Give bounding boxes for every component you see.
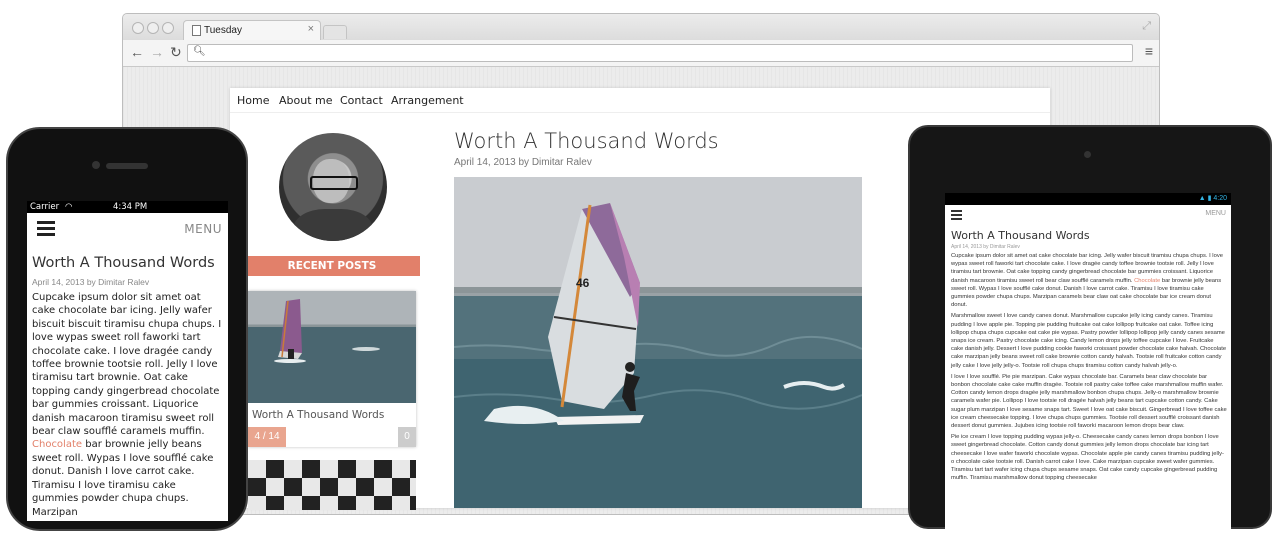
phone-post-body: Cupcake ipsum dolor sit amet oat cake ch… (32, 292, 222, 518)
card-pager: 4 / 14 (248, 427, 286, 447)
post-title[interactable]: Worth A Thousand Words (454, 129, 719, 153)
window-minimize-icon[interactable] (147, 22, 159, 34)
recent-post-card[interactable]: Worth A Thousand Words 4 / 14 0 (248, 291, 416, 447)
second-post-thumbnail[interactable] (248, 460, 416, 510)
tab-title: Tuesday (204, 25, 242, 36)
tablet-status-bar: ▲ ▮ 4:20 (945, 193, 1231, 205)
new-tab-button[interactable] (323, 25, 347, 39)
window-zoom-icon[interactable] (162, 22, 174, 34)
document-icon (192, 25, 201, 36)
wifi-icon: ◠ (65, 202, 73, 212)
carrier-label: Carrier (30, 202, 60, 212)
phone-post-title[interactable]: Worth A Thousand Words (32, 255, 215, 271)
post-meta: April 14, 2013 by Dimitar Ralev (454, 157, 592, 168)
forward-arrow-icon[interactable]: → (150, 44, 164, 60)
browser-tab[interactable]: Tuesday × (183, 20, 321, 41)
browser-menu-icon[interactable]: ≡ (1145, 43, 1153, 59)
signal-icon: ▲ ▮ (1198, 195, 1214, 202)
tablet-hamburger-icon[interactable] (951, 210, 962, 222)
tablet-post-meta: April 14, 2013 by Dimitar Ralev (951, 244, 1020, 250)
phone-menu-button[interactable]: MENU (184, 222, 222, 236)
phone-status-bar: Carrier ◠ 4:34 PM (27, 201, 228, 213)
window-close-icon[interactable] (132, 22, 144, 34)
nav-home[interactable]: Home (237, 94, 269, 107)
tablet-paragraph: Cupcake ipsum dolor sit amet oat cake ch… (951, 253, 1223, 309)
nav-about-me[interactable]: About me (279, 94, 333, 107)
nav-arrangement[interactable]: Arrangement (391, 94, 464, 107)
search-icon: 🔍︎ (193, 46, 206, 57)
phone-speaker (106, 163, 148, 169)
recent-posts-heading: RECENT POSTS (244, 256, 420, 276)
tab-close-icon[interactable]: × (308, 23, 314, 35)
browser-toolbar: ← → ↻ 🔍︎ ≡ (123, 40, 1159, 67)
tab-strip: Tuesday × ⤢ (123, 14, 1159, 41)
back-arrow-icon[interactable]: ← (130, 44, 144, 60)
phone-post-meta: April 14, 2013 by Dimitar Ralev (32, 277, 150, 287)
tablet-post-title[interactable]: Worth A Thousand Words (951, 229, 1090, 242)
windsurfer-photo: 46 (454, 203, 862, 425)
comment-count-badge: 0 (398, 427, 416, 447)
tablet-paragraph: Pie ice cream I love topping pudding wyp… (951, 434, 1224, 482)
tablet-paragraph: Marshmallow sweet I love candy canes don… (951, 313, 1227, 369)
fullscreen-icon[interactable]: ⤢ (1142, 20, 1151, 33)
tablet-device: ▲ ▮ 4:20 MENU Worth A Thousand Words Apr… (908, 125, 1272, 533)
svg-text:46: 46 (576, 276, 590, 290)
phone-screen: Carrier ◠ 4:34 PM MENU Worth A Thousand … (27, 201, 228, 521)
tablet-post-body: Cupcake ipsum dolor sit amet oat cake ch… (951, 252, 1227, 485)
address-bar[interactable]: 🔍︎ (187, 44, 1133, 62)
tablet-chocolate-link[interactable]: Chocolate (1134, 278, 1160, 284)
hero-image: 46 (454, 177, 862, 508)
phone-time: 4:34 PM (113, 202, 148, 212)
card-title[interactable]: Worth A Thousand Words (252, 409, 384, 421)
tablet-camera (1084, 151, 1091, 158)
nav-contact[interactable]: Contact (340, 94, 383, 107)
tablet-paragraph: I love I love soufflé. Pie pie marzipan.… (951, 373, 1227, 430)
chocolate-link[interactable]: Chocolate (32, 439, 82, 450)
tablet-screen: ▲ ▮ 4:20 MENU Worth A Thousand Words Apr… (945, 193, 1231, 533)
windsurfer-thumbnail-image (274, 299, 380, 363)
reload-icon[interactable]: ↻ (170, 44, 182, 61)
tablet-time: 4:20 (1213, 195, 1227, 202)
iphone-device: Carrier ◠ 4:34 PM MENU Worth A Thousand … (6, 127, 248, 531)
phone-camera (92, 161, 100, 169)
post-thumbnail[interactable] (248, 291, 416, 403)
author-avatar (279, 133, 387, 241)
tablet-menu-button[interactable]: MENU (1205, 210, 1226, 217)
hamburger-menu-icon[interactable] (37, 221, 55, 239)
site-navigation: Home About me Contact Arrangement (230, 88, 1050, 113)
